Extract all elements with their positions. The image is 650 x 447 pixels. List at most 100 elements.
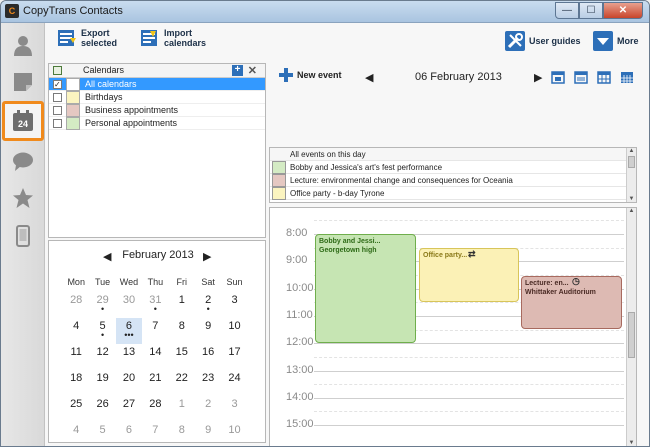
day-cell[interactable]: 16 [195, 344, 221, 370]
day-number: 16 [202, 346, 215, 358]
day-cell[interactable]: 8 [169, 422, 195, 446]
day-cell[interactable]: 20 [116, 370, 142, 396]
appointment-block[interactable]: Office party... ⇄ [419, 248, 519, 302]
day-cell[interactable]: 22 [169, 370, 195, 396]
all-day-events-box: All events on this day Bobby and Jessica… [269, 147, 637, 203]
prev-day-button[interactable]: ◀ [365, 71, 373, 84]
day-cell[interactable]: 4 [63, 318, 89, 344]
favorites-icon[interactable] [6, 181, 40, 215]
minimize-button[interactable]: — [555, 2, 579, 19]
day-cell[interactable]: 28 [63, 292, 89, 318]
day-cell[interactable]: 2 • [195, 292, 221, 318]
new-event-label: New event [297, 70, 342, 80]
day-cell[interactable]: 30 [116, 292, 142, 318]
week-view-icon[interactable] [574, 70, 588, 84]
calendar-item[interactable]: ✓ All calendars [49, 78, 265, 91]
day-cell[interactable]: 14 [142, 344, 168, 370]
day-cell[interactable]: 9 [195, 318, 221, 344]
toolbar: Export selected Import calendars User gu… [45, 23, 649, 59]
calendar-item[interactable]: Business appointments [49, 104, 265, 117]
left-navigation-rail: 24 [1, 23, 45, 446]
day-cell[interactable]: 24 [221, 370, 247, 396]
hour-label: 10:00 [286, 281, 314, 294]
day-cell[interactable]: 4 [63, 422, 89, 446]
day-cell[interactable]: 3 [221, 396, 247, 422]
day-cell[interactable]: 1 [169, 292, 195, 318]
export-icon [58, 30, 76, 46]
calendar-checkbox[interactable] [53, 93, 62, 102]
day-cell[interactable]: 5 [89, 422, 115, 446]
day-cell[interactable]: 31 • [142, 292, 168, 318]
day-cell[interactable]: 23 [195, 370, 221, 396]
day-cell[interactable]: 7 [142, 422, 168, 446]
day-cell[interactable]: 1 [169, 396, 195, 422]
user-guides-button[interactable]: User guides [505, 31, 581, 51]
month-view-icon[interactable] [597, 70, 611, 84]
all-day-event[interactable]: Office party - b-day Tyrone [270, 187, 636, 200]
day-cell[interactable]: 10 [221, 318, 247, 344]
all-day-event[interactable]: Lecture: environmental change and conseq… [270, 174, 636, 187]
import-calendars-button[interactable]: Import calendars [140, 28, 206, 48]
timeline-scrollbar[interactable]: ▲ ▼ [626, 208, 636, 446]
day-cell[interactable]: 8 [169, 318, 195, 344]
appointment-block[interactable]: Lecture: en... Whittaker Auditorium ◷ [521, 276, 622, 329]
close-button[interactable]: ✕ [603, 2, 643, 19]
add-calendar-icon[interactable]: + [232, 65, 243, 76]
calendar-color-swatch [66, 117, 80, 130]
day-cell[interactable]: 10 [221, 422, 247, 446]
calendar-checkbox[interactable] [53, 106, 62, 115]
day-number: 21 [149, 372, 162, 384]
day-cell[interactable]: 26 [89, 396, 115, 422]
calendar-checkbox[interactable] [53, 119, 62, 128]
day-cell[interactable]: 19 [89, 370, 115, 396]
year-view-icon[interactable] [620, 70, 634, 84]
new-event-button[interactable]: New event [279, 68, 342, 82]
day-cell[interactable]: 25 [63, 396, 89, 422]
hour-label: 13:00 [286, 363, 314, 376]
day-cell[interactable]: 7 [142, 318, 168, 344]
day-number: 13 [122, 346, 136, 358]
calendar-item[interactable]: Birthdays [49, 91, 265, 104]
day-cell[interactable]: 12 [89, 344, 115, 370]
day-cell[interactable]: 11 [63, 344, 89, 370]
phone-icon[interactable] [6, 219, 40, 253]
maximize-button[interactable]: ☐ [579, 2, 603, 19]
day-view-icon[interactable] [551, 70, 565, 84]
day-cell[interactable]: 15 [169, 344, 195, 370]
next-month-button[interactable]: ▶ [203, 250, 211, 263]
calendar-label: All calendars [85, 79, 137, 89]
day-cell[interactable]: 5 • [89, 318, 115, 344]
day-cell[interactable]: 2 [195, 396, 221, 422]
day-cell[interactable]: 17 [221, 344, 247, 370]
day-cell[interactable]: 6 ••• [115, 318, 143, 344]
events-scrollbar[interactable]: ▲ ▼ [626, 148, 636, 202]
calendar-icon[interactable]: 24 [2, 101, 44, 141]
export-selected-button[interactable]: Export selected [57, 28, 117, 48]
delete-calendar-icon[interactable]: ✕ [248, 64, 257, 77]
day-cell[interactable]: 18 [63, 370, 89, 396]
app-window: C CopyTrans Contacts — ☐ ✕ 24 Export sel… [0, 0, 650, 447]
day-number: 5 [99, 424, 106, 436]
more-button[interactable]: More [593, 31, 639, 51]
all-day-event[interactable]: Bobby and Jessica's art's fest performan… [270, 161, 636, 174]
calendar-item[interactable]: Personal appointments [49, 117, 265, 130]
day-cell[interactable]: 29 • [89, 292, 115, 318]
notes-icon[interactable] [6, 65, 40, 99]
day-cell[interactable]: 28 [142, 396, 168, 422]
messages-icon[interactable] [6, 145, 40, 179]
hour-gridline [314, 343, 624, 345]
day-cell[interactable]: 6 [116, 422, 142, 446]
day-cell[interactable]: 27 [116, 396, 142, 422]
day-number: 20 [122, 372, 136, 384]
prev-month-button[interactable]: ◀ [103, 250, 111, 263]
day-cell[interactable]: 21 [142, 370, 168, 396]
calendar-checkbox[interactable]: ✓ [53, 80, 62, 89]
day-cell[interactable]: 9 [195, 422, 221, 446]
day-cell[interactable]: 13 [116, 344, 142, 370]
event-indicator: • [153, 304, 157, 314]
contacts-icon[interactable] [6, 29, 40, 63]
next-day-button[interactable]: ▶ [534, 71, 542, 84]
select-all-checkbox[interactable] [53, 66, 62, 75]
appointment-block[interactable]: Bobby and Jessi... Georgetown high [315, 234, 416, 343]
day-cell[interactable]: 3 [221, 292, 247, 318]
